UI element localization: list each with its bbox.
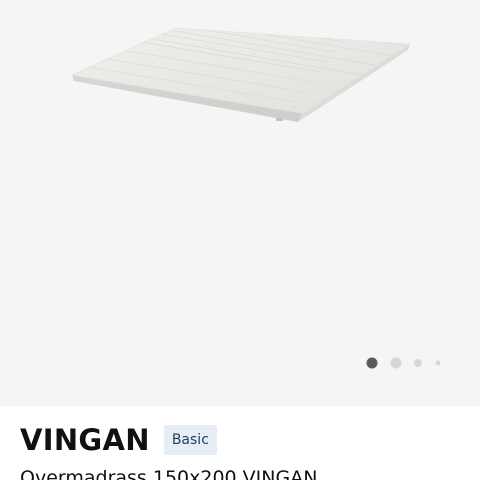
pager-dot-3[interactable]: [414, 359, 422, 367]
image-pager: [362, 356, 446, 370]
product-description: Overmadrass 150x200 VINGAN: [20, 467, 318, 480]
pager-dot-2[interactable]: [390, 357, 402, 369]
product-page: VINGAN Basic Overmadrass 150x200 VINGAN: [0, 0, 480, 480]
product-name: VINGAN: [20, 423, 150, 457]
product-badge: Basic: [163, 425, 217, 455]
pager-dot-1[interactable]: [366, 357, 378, 369]
title-row: VINGAN Basic: [20, 423, 217, 457]
pager-dot-4[interactable]: [435, 360, 441, 366]
product-image-gallery[interactable]: [0, 0, 480, 406]
product-info: VINGAN Basic Overmadrass 150x200 VINGAN: [0, 406, 480, 480]
mattress-topper-image: [70, 27, 412, 122]
